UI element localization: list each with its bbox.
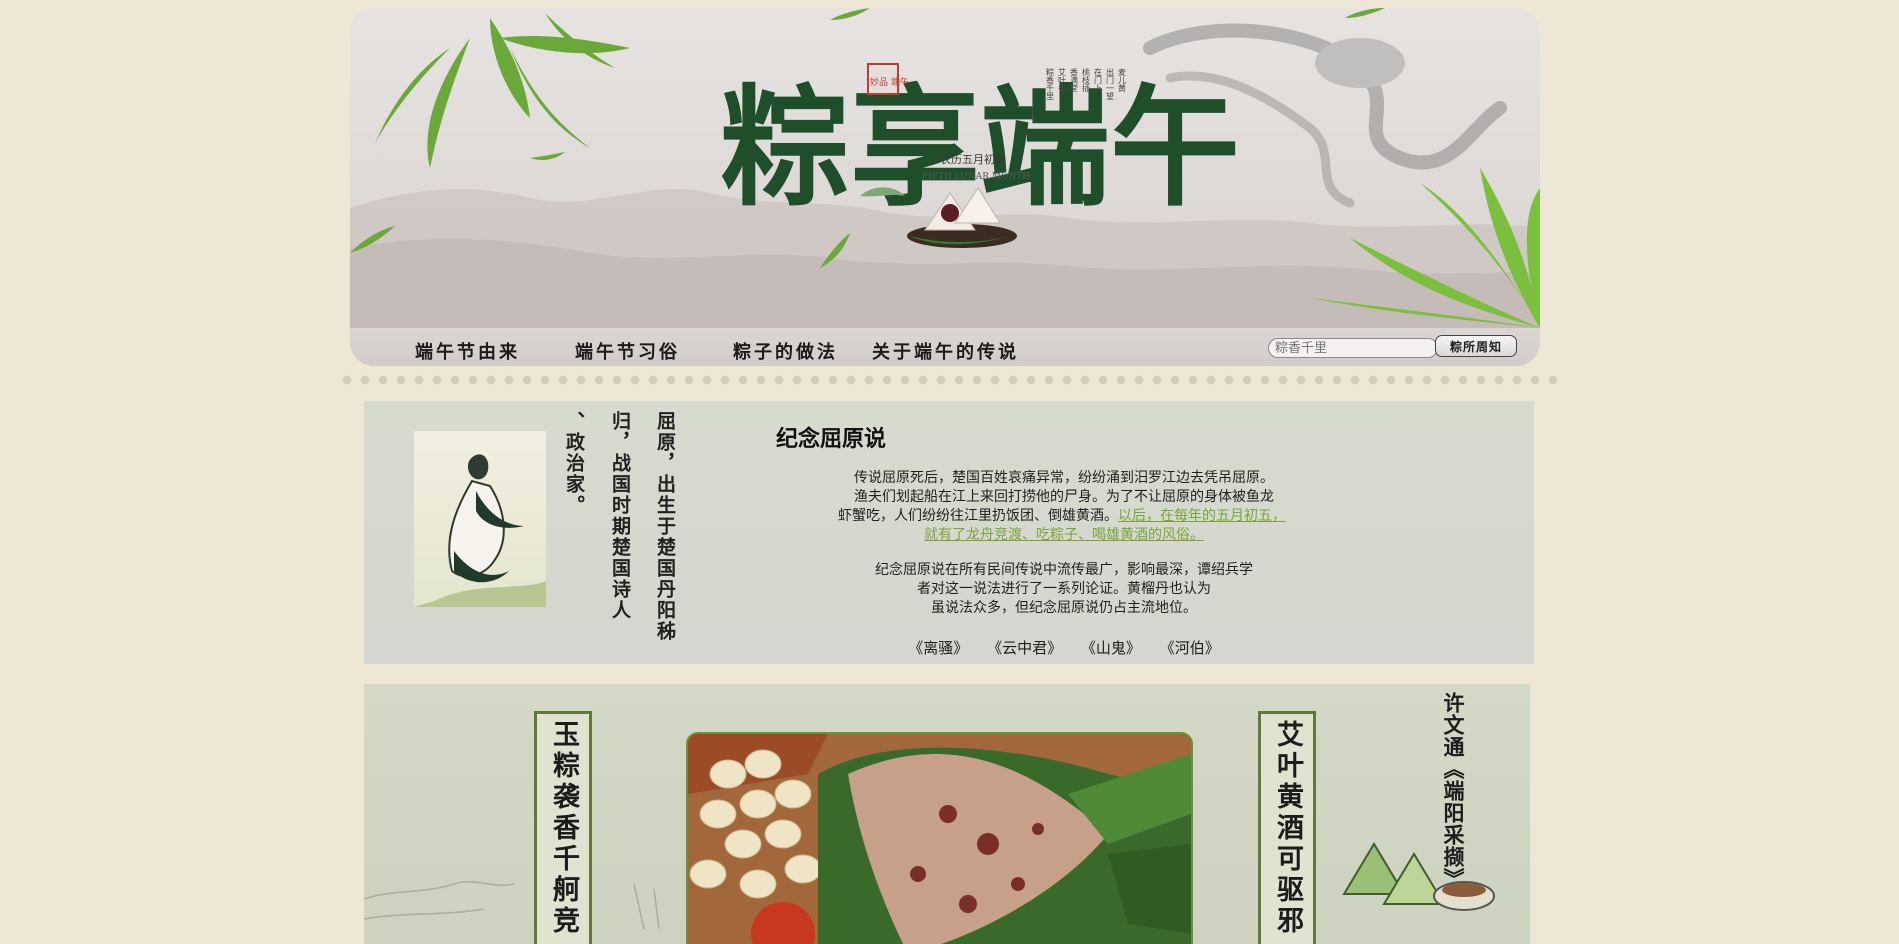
- qu-yuan-figure-icon: [414, 454, 546, 607]
- landscape-sketch-icon: [364, 881, 660, 930]
- para1-line2: 渔夫们划起船在江上来回打捞他的尸身。为了不让屈原的身体被鱼龙: [854, 489, 1274, 505]
- poem-line: 艾叶香: [1058, 68, 1067, 93]
- poem-quote-vertical: 许文通《端阳采撷》: [1441, 692, 1466, 890]
- couplet-right-text: 艾叶黄酒可驱邪: [1272, 720, 1303, 937]
- zongzi-photo-image: [688, 734, 1191, 944]
- header-banner: 粽享端午 妙品 端午 农历五月初五 FIFTH LUNAR MONTH 粽香千里…: [350, 8, 1540, 366]
- poem-line: 香满堂: [1070, 67, 1079, 92]
- poem-line: 桃枝插: [1082, 67, 1091, 93]
- work-title[interactable]: 《河伯》: [1160, 639, 1220, 657]
- work-title[interactable]: 《离骚》: [908, 639, 968, 657]
- zongzi-illustration-icon: [1342, 842, 1495, 911]
- search-button[interactable]: 粽所周知: [1435, 335, 1517, 357]
- banner-artwork: 粽享端午 妙品 端午 农历五月初五 FIFTH LUNAR MONTH 粽香千里…: [350, 8, 1540, 328]
- qu-yuan-section: 屈原，出生于楚国丹阳秭 归，战国时期楚国诗人 、政治家。 纪念屈原说 传说屈原死…: [364, 401, 1534, 664]
- intro-column-2: 归，战国时期楚国诗人: [609, 411, 631, 621]
- zongzi-photo: [686, 732, 1193, 944]
- work-title[interactable]: 《山鬼》: [1081, 639, 1141, 657]
- zongzi-section: 玉粽袭香千舸竞 艾叶黄酒可驱邪 许文通《端阳采撷》: [364, 684, 1530, 944]
- page: 粽享端午 妙品 端午 农历五月初五 FIFTH LUNAR MONTH 粽香千里…: [0, 0, 1899, 944]
- para2-line2: 者对这一说法进行了一系列论证。黄榴丹也认为: [917, 581, 1211, 597]
- lunar-date-en: FIFTH LUNAR MONTH: [922, 172, 1030, 182]
- para1-line3-wrap: 虾蟹吃，人们纷纷往江里扔饭团、倒雄黄酒。以后，在每年的五月初五，: [802, 507, 1322, 526]
- dragon-boat-link-a[interactable]: 以后，在每年的五月初五，: [1118, 508, 1286, 524]
- seal-text: 妙品 端午: [870, 76, 909, 88]
- nav-item-legends[interactable]: 关于端午的传说: [872, 338, 1019, 364]
- qu-yuan-portrait: [414, 431, 546, 607]
- work-title[interactable]: 《云中君》: [987, 639, 1062, 657]
- dragon-boat-link-b[interactable]: 就有了龙舟竞渡、吃粽子、喝雄黄酒的风俗。: [924, 527, 1204, 543]
- nav-item-zongzi-recipe[interactable]: 粽子的做法: [733, 338, 838, 364]
- para2-line1: 纪念屈原说在所有民间传说中流传最广，影响最深，谭绍兵学: [875, 562, 1253, 578]
- nav-item-origin[interactable]: 端午节由来: [415, 338, 520, 364]
- dotted-divider: [338, 374, 1560, 386]
- works-list: 《离骚》 《云中君》 《山鬼》 《河伯》: [804, 637, 1324, 658]
- para2-line3: 虽说法众多，但纪念屈原说仍占主流地位。: [931, 600, 1197, 616]
- search-input[interactable]: [1268, 338, 1438, 358]
- couplet-right: 艾叶黄酒可驱邪: [1258, 711, 1316, 944]
- poem-line: 麦儿黄: [1118, 67, 1127, 93]
- para1-line4-wrap: 就有了龙舟竞渡、吃粽子、喝雄黄酒的风俗。: [804, 526, 1324, 545]
- section-title: 纪念屈原说: [776, 427, 887, 452]
- poem-line: 出门一望: [1106, 67, 1115, 100]
- intro-column-1: 屈原，出生于楚国丹阳秭: [654, 411, 676, 642]
- para1-line3: 虾蟹吃，人们纷纷往江里扔饭团、倒雄黄酒。: [838, 508, 1118, 524]
- intro-column-3: 、政治家。: [563, 411, 585, 516]
- nav-bar: 端午节由来 端午节习俗 粽子的做法 关于端午的传说 粽所周知: [350, 328, 1540, 366]
- lunar-date: 农历五月初五: [940, 152, 1006, 166]
- couplet-left-text: 玉粽袭香千舸竞: [548, 720, 579, 937]
- couplet-left: 玉粽袭香千舸竞: [534, 711, 592, 944]
- poem-line: 粽香千里: [1046, 67, 1055, 100]
- nav-item-customs[interactable]: 端午节习俗: [575, 338, 680, 364]
- para1-line1: 传说屈原死后，楚国百姓哀痛异常，纷纷涌到汨罗江边去凭吊屈原。: [854, 470, 1274, 486]
- poem-line: 在门上: [1094, 67, 1103, 92]
